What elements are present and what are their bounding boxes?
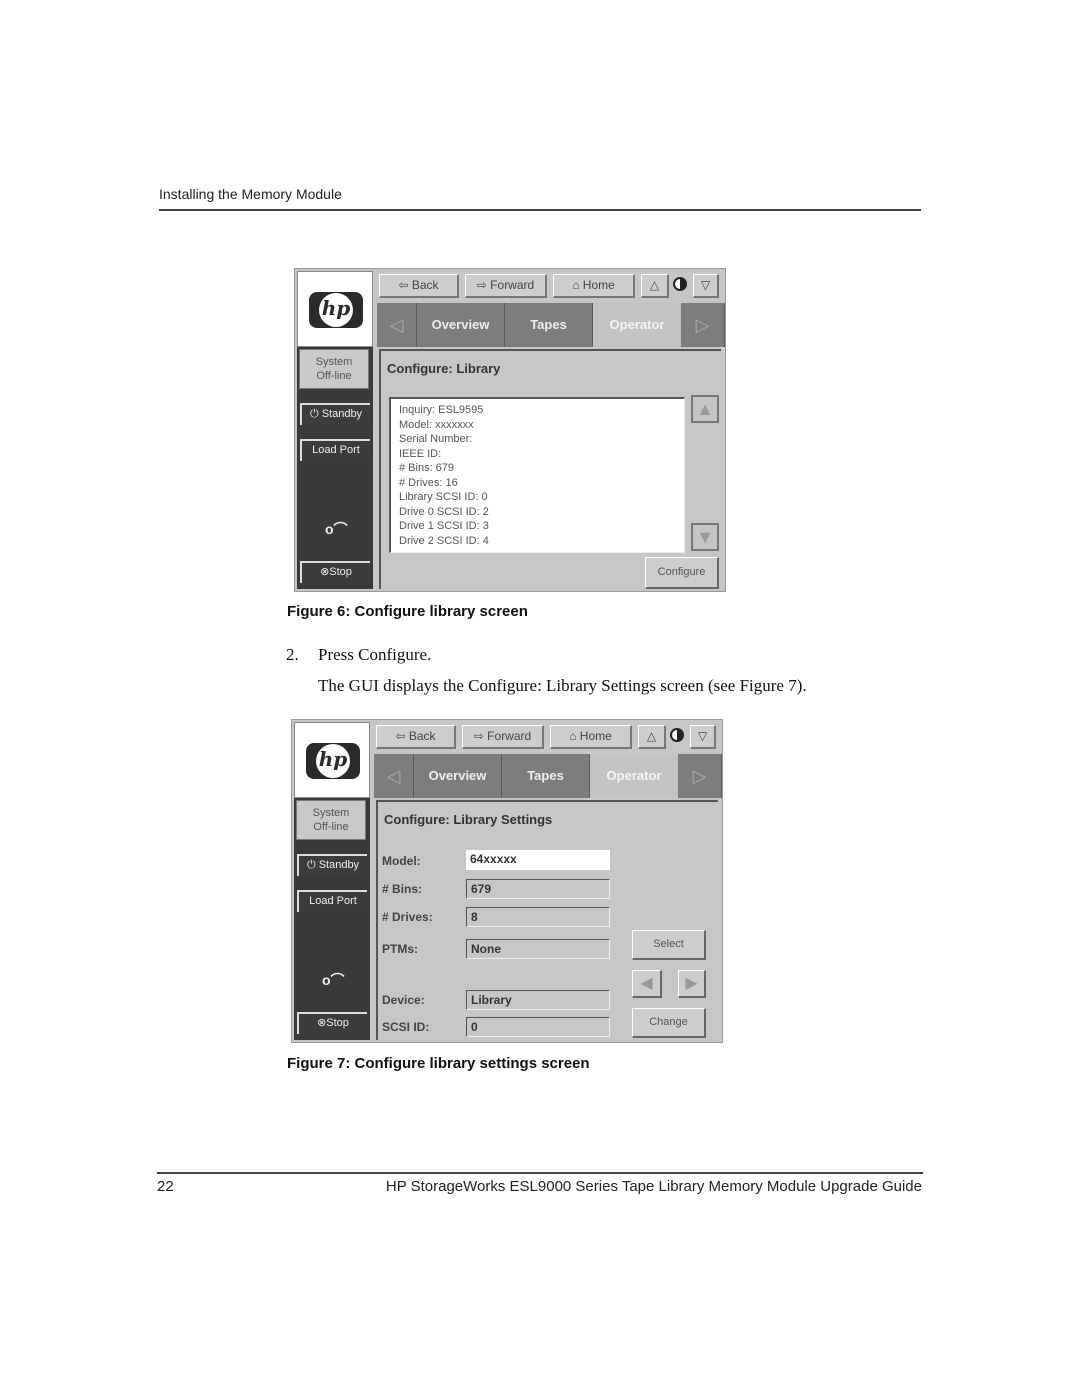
scsi-id-field[interactable]: 0 — [466, 1017, 610, 1037]
drives-label: # Drives: — [382, 910, 433, 924]
footer-title: HP StorageWorks ESL9000 Series Tape Libr… — [385, 1178, 922, 1195]
prev-value-button[interactable]: ◀ — [632, 970, 662, 998]
nav-bar: ⇦ Back ⇨ Forward ⌂ Home △ ▽ — [374, 722, 720, 752]
tab-tapes[interactable]: Tapes — [502, 754, 590, 798]
tab-tapes[interactable]: Tapes — [505, 303, 593, 347]
figure-7-screenshot: hp System Off-line ⏻ Standby Load Port o⌒… — [291, 719, 723, 1043]
hp-logo-icon: hp — [309, 292, 363, 328]
home-button[interactable]: ⌂ Home — [550, 725, 632, 749]
load-port-button[interactable]: Load Port — [297, 890, 367, 912]
step-text: Press Configure. — [318, 645, 432, 664]
stop-button[interactable]: ⊗Stop — [300, 561, 370, 583]
load-port-button[interactable]: Load Port — [300, 439, 370, 461]
info-line: Drive 1 SCSI ID: 3 — [399, 520, 489, 532]
tab-operator[interactable]: Operator — [593, 303, 681, 347]
model-field[interactable]: 64xxxxx — [466, 850, 610, 870]
unlock-icon[interactable]: o⌒ — [322, 970, 345, 990]
tab-bar: ◁ Overview Tapes Operator ▷ — [374, 754, 722, 798]
brightness-up-button[interactable]: △ — [641, 274, 669, 298]
back-button[interactable]: ⇦ Back — [376, 725, 456, 749]
screen-title: Configure: Library Settings — [384, 812, 553, 827]
contrast-icon — [673, 277, 687, 291]
info-line: # Drives: 16 — [399, 476, 458, 489]
stop-button[interactable]: ⊗Stop — [297, 1012, 367, 1034]
tab-prev-arrow[interactable]: ◁ — [377, 303, 417, 347]
device-field[interactable]: Library — [466, 990, 610, 1010]
side-panel: System Off-line ⏻ Standby Load Port o⌒ ⊗S… — [297, 347, 373, 589]
figure-6-screenshot: hp System Off-line ⏻ Standby Load Port o⌒… — [294, 268, 726, 592]
model-label: Model: — [382, 854, 421, 868]
ptms-field[interactable]: None — [466, 939, 610, 959]
info-line: Drive 0 SCSI ID: 2 — [399, 505, 489, 518]
footer-rule — [157, 1172, 923, 1174]
device-label: Device: — [382, 993, 425, 1007]
next-value-button[interactable]: ▶ — [678, 970, 706, 998]
scroll-up-button[interactable]: ▲ — [691, 395, 719, 423]
info-line: Library SCSI ID: 0 — [399, 491, 488, 503]
back-button[interactable]: ⇦ Back — [379, 274, 459, 298]
contrast-icon — [670, 728, 684, 742]
info-line: Drive 2 SCSI ID: 4 — [399, 534, 489, 547]
header-rule — [159, 209, 921, 211]
info-line: Inquiry: ESL9595 — [399, 404, 484, 416]
hp-logo-box: hp — [297, 271, 373, 347]
content-panel: Configure: Library Settings Model: 64xxx… — [376, 800, 718, 1040]
figure-7-caption: Figure 7: Configure library settings scr… — [287, 1055, 590, 1072]
info-line: # Bins: 679 — [399, 462, 455, 474]
content-panel: Configure: Library Inquiry: ESL9595 Mode… — [379, 349, 721, 589]
info-line: Model: xxxxxxx — [399, 418, 474, 431]
brightness-down-button[interactable]: ▽ — [693, 274, 719, 298]
tab-next-arrow[interactable]: ▷ — [681, 303, 725, 347]
scsi-id-label: SCSI ID: — [382, 1020, 430, 1034]
hp-logo-icon: hp — [306, 743, 360, 779]
brightness-down-button[interactable]: ▽ — [690, 725, 716, 749]
step-number: 2. — [286, 645, 299, 664]
info-line: Serial Number: — [399, 433, 473, 445]
running-header: Installing the Memory Module — [159, 186, 342, 202]
configure-button[interactable]: Configure — [645, 557, 719, 589]
tab-overview[interactable]: Overview — [414, 754, 502, 798]
tab-bar: ◁ Overview Tapes Operator ▷ — [377, 303, 725, 347]
bins-field[interactable]: 679 — [466, 879, 610, 899]
tab-overview[interactable]: Overview — [417, 303, 505, 347]
drives-field[interactable]: 8 — [466, 907, 610, 927]
brightness-up-button[interactable]: △ — [638, 725, 666, 749]
unlock-icon[interactable]: o⌒ — [325, 519, 348, 539]
bins-label: # Bins: — [382, 882, 423, 896]
system-status: System Off-line — [299, 349, 369, 389]
change-button[interactable]: Change — [632, 1008, 706, 1038]
home-button[interactable]: ⌂ Home — [553, 274, 635, 298]
figure-6-caption: Figure 6: Configure library screen — [287, 603, 528, 620]
side-panel: System Off-line ⏻ Standby Load Port o⌒ ⊗S… — [294, 798, 370, 1040]
tab-operator[interactable]: Operator — [590, 754, 678, 798]
standby-button[interactable]: ⏻ Standby — [300, 403, 370, 425]
page-number: 22 — [157, 1178, 174, 1195]
tab-prev-arrow[interactable]: ◁ — [374, 754, 414, 798]
scroll-down-button[interactable]: ▼ — [691, 523, 719, 551]
library-info-box: Inquiry: ESL9595 Model: xxxxxxx Serial N… — [389, 397, 685, 553]
tab-next-arrow[interactable]: ▷ — [678, 754, 722, 798]
forward-button[interactable]: ⇨ Forward — [462, 725, 544, 749]
forward-button[interactable]: ⇨ Forward — [465, 274, 547, 298]
ptms-label: PTMs: — [382, 942, 418, 956]
hp-logo-box: hp — [294, 722, 370, 798]
step-description: The GUI displays the Configure: Library … — [318, 676, 807, 695]
screen-title: Configure: Library — [387, 361, 501, 376]
select-button[interactable]: Select — [632, 930, 706, 960]
nav-bar: ⇦ Back ⇨ Forward ⌂ Home △ ▽ — [377, 271, 723, 301]
system-status: System Off-line — [296, 800, 366, 840]
info-line: IEEE ID: — [399, 447, 442, 460]
standby-button[interactable]: ⏻ Standby — [297, 854, 367, 876]
